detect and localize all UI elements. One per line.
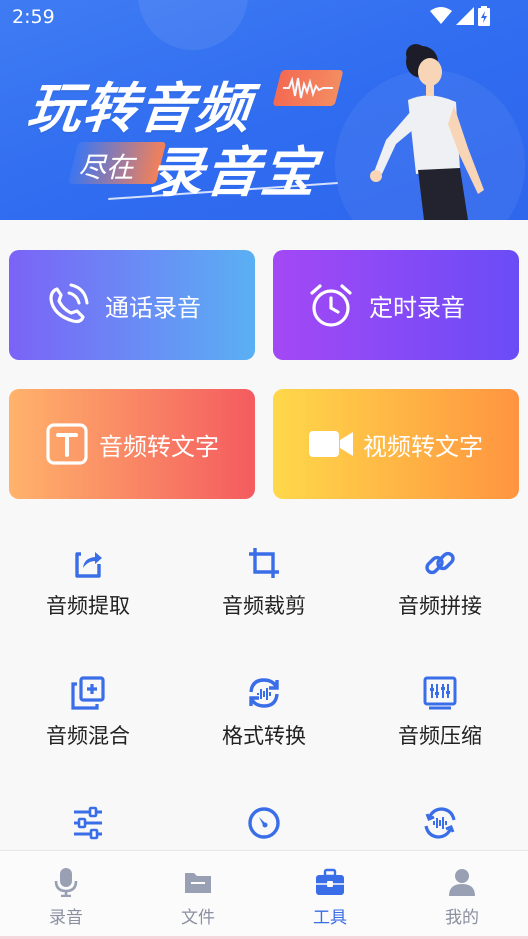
wifi-icon xyxy=(430,7,452,24)
tool-audio-adjust[interactable] xyxy=(0,806,176,850)
waveform-tag xyxy=(272,70,344,106)
status-time: 2:59 xyxy=(12,6,55,28)
tool-format-convert[interactable]: 格式转换 xyxy=(176,676,352,766)
card-label: 视频转文字 xyxy=(363,432,483,461)
card-label: 通话录音 xyxy=(105,293,201,322)
tab-files[interactable]: 文件 xyxy=(132,851,264,939)
video-to-text-card[interactable]: 视频转文字 xyxy=(273,389,519,499)
status-icons xyxy=(430,6,490,26)
folder-icon xyxy=(185,873,211,893)
audio-to-text-card[interactable]: 音频转文字 xyxy=(9,389,255,499)
tool-audio-compress[interactable]: 音频压缩 xyxy=(352,676,528,766)
tool-label: 音频混合 xyxy=(46,724,130,748)
reverse-audio-icon xyxy=(424,807,456,839)
banner-subtext: 尽在 xyxy=(78,151,135,184)
extract-icon xyxy=(75,552,102,578)
equalizer-icon xyxy=(423,676,457,710)
tool-label: 音频裁剪 xyxy=(222,594,306,618)
phone-wave-icon xyxy=(49,283,89,324)
tools-content[interactable]: 通话录音 定时录音 音频转文字 视频转文字 音频提取 音频裁剪 音频拼接 音频混… xyxy=(0,220,528,850)
tab-label: 录音 xyxy=(49,908,83,928)
tool-label: 音频压缩 xyxy=(398,724,482,748)
tab-record[interactable]: 录音 xyxy=(0,851,132,939)
video-camera-icon xyxy=(309,431,353,457)
tool-audio-speed[interactable] xyxy=(176,806,352,850)
waveform-icon xyxy=(283,76,333,99)
scheduled-recording-card[interactable]: 定时录音 xyxy=(273,250,519,360)
card-label: 定时录音 xyxy=(369,293,465,322)
sliders-icon xyxy=(74,806,102,840)
microphone-icon xyxy=(54,868,78,897)
tab-label: 我的 xyxy=(445,908,479,928)
bottom-tab-bar: 录音 文件 工具 我的 xyxy=(0,850,528,939)
tool-label: 格式转换 xyxy=(222,724,306,748)
tab-tools[interactable]: 工具 xyxy=(264,851,396,939)
tool-label: 音频拼接 xyxy=(398,594,482,618)
card-label: 音频转文字 xyxy=(99,432,219,461)
layers-plus-icon xyxy=(71,676,105,710)
tool-audio-reverse[interactable] xyxy=(352,806,528,850)
tool-audio-extract[interactable]: 音频提取 xyxy=(0,546,176,636)
battery-icon xyxy=(478,6,490,26)
tab-label: 文件 xyxy=(181,908,215,928)
tab-mine[interactable]: 我的 xyxy=(396,851,528,939)
tool-audio-join[interactable]: 音频拼接 xyxy=(352,546,528,636)
illustration-woman xyxy=(370,44,484,220)
tab-label: 工具 xyxy=(313,908,347,928)
toolbox-icon xyxy=(316,868,344,895)
cell-signal-icon xyxy=(456,7,474,25)
tool-audio-mix[interactable]: 音频混合 xyxy=(0,676,176,766)
text-t-icon xyxy=(46,423,88,465)
user-icon xyxy=(449,869,475,896)
tool-audio-crop[interactable]: 音频裁剪 xyxy=(176,546,352,636)
speed-dial-icon xyxy=(248,807,280,839)
link-icon xyxy=(425,551,455,575)
call-recording-card[interactable]: 通话录音 xyxy=(9,250,255,360)
alarm-clock-icon xyxy=(310,284,352,327)
status-bar: 2:59 xyxy=(0,0,528,34)
convert-icon xyxy=(249,678,279,708)
tool-label: 音频提取 xyxy=(46,594,130,618)
crop-icon xyxy=(249,548,279,578)
banner[interactable]: 2:59 玩转音频 尽在 录音宝 xyxy=(0,0,528,220)
